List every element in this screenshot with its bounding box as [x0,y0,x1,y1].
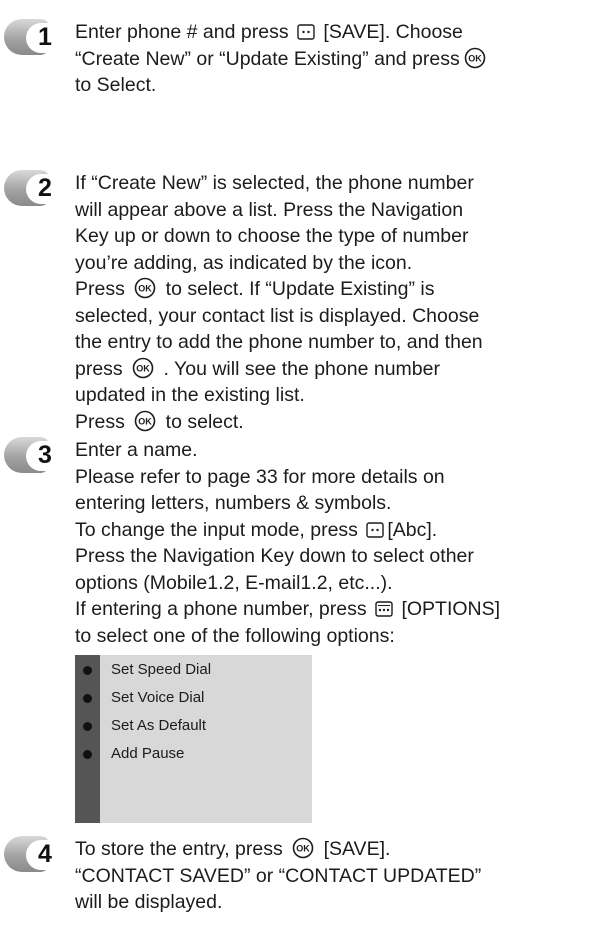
text-segment: [SAVE]. [318,838,391,860]
text-segment: selected, your contact list is displayed… [75,304,480,327]
text-segment: press [75,357,129,380]
text-segment: will appear above a list. Press the Navi… [75,198,464,221]
text-segment: to select. If “Update Existing” is [160,278,435,300]
text-line: Key up or down to choose the type of num… [75,223,595,250]
step-number: 1 [38,23,52,51]
bullet-icon [83,722,92,731]
svg-text:OK: OK [136,363,150,373]
text-line: to Select. [75,72,595,99]
text-line: will appear above a list. Press the Navi… [75,197,595,224]
text-line: the entry to add the phone number to, an… [75,329,595,356]
option-item: Set Voice Dial [75,685,312,713]
text-line: Please refer to page 33 for more details… [75,464,595,491]
text-segment: Enter phone # and press [75,21,294,43]
text-line: Enter phone # and press [SAVE]. Choose [75,19,595,46]
ok-key-icon: OK [134,410,156,440]
text-line: “CONTACT SAVED” or “CONTACT UPDATED” [75,863,595,890]
option-label: Set As Default [111,717,207,734]
text-segment: Please refer to page 33 for more details… [75,465,445,488]
options-key-icon [375,599,393,626]
text-segment: “Create New” or “Update Existing” and pr… [75,47,460,70]
text-line: will be displayed. [75,889,595,916]
text-segment: to Select. [75,74,157,96]
text-segment: If “Create New” is selected, the phone n… [75,172,474,194]
text-segment: the entry to add the phone number to, an… [75,331,483,353]
step-number: 4 [38,840,52,868]
text-segment: . You will see the phone number [158,357,440,380]
text-line: “Create New” or “Update Existing” and pr… [75,46,595,73]
bullet-icon [83,694,92,703]
step-text: Enter phone # and press [SAVE]. Choose “C… [75,19,595,99]
text-segment: Press the Navigation Key down to select … [75,545,474,567]
ok-key-icon: OK [464,47,486,77]
option-item: Set As Default [75,713,312,741]
text-line: updated in the existing list. [75,382,595,409]
text-segment: you’re adding, as indicated by the icon. [75,251,413,274]
bullet-icon [83,666,92,675]
text-line: to select one of the following options: [75,623,595,650]
step-text: Enter a name. Please refer to page 33 for… [75,437,595,649]
text-line: Enter a name. [75,437,595,464]
text-line: To change the input mode, press [Abc]. [75,517,595,544]
soft-key-icon [297,22,315,49]
bullet-icon [83,750,92,759]
text-line: press OK . You will see the phone number [75,356,595,383]
text-segment: to select one of the following options: [75,624,395,647]
text-line: selected, your contact list is displayed… [75,303,595,330]
text-segment: options (Mobile1.2, E-mail1.2, etc...). [75,571,393,594]
text-line: options (Mobile1.2, E-mail1.2, etc...). [75,570,595,597]
svg-text:OK: OK [296,844,310,854]
text-segment: To change the input mode, press [75,518,364,541]
step-number-badge: 2 [4,170,58,206]
text-segment: To store the entry, press [75,838,289,860]
text-line: Press OK to select. [75,409,595,436]
text-segment: will be displayed. [75,891,223,913]
text-line: Press the Navigation Key down to select … [75,543,595,570]
text-line: To store the entry, press OK [SAVE]. [75,836,595,863]
step-number-badge: 3 [4,437,58,473]
step-number: 2 [38,174,52,202]
option-label: Add Pause [111,745,185,762]
text-segment: to select. [160,410,244,433]
step-number-badge: 1 [4,19,58,55]
option-item: Add Pause [75,741,312,769]
text-segment: Enter a name. [75,439,198,461]
text-segment: If entering a phone number, press [75,598,373,620]
text-segment: updated in the existing list. [75,384,305,406]
step-number: 3 [38,441,52,469]
text-segment: [OPTIONS] [396,598,501,620]
option-item: Set Speed Dial [75,657,312,685]
option-label: Set Voice Dial [111,689,205,706]
option-label: Set Speed Dial [111,661,212,678]
step-number-badge: 4 [4,836,58,872]
text-segment: Press [75,410,131,433]
text-segment: Press [75,278,131,300]
text-line: If “Create New” is selected, the phone n… [75,170,595,197]
text-segment: “CONTACT SAVED” or “CONTACT UPDATED” [75,864,482,887]
options-list: Set Speed Dial Set Voice Dial Set As Defau… [75,655,312,823]
svg-text:OK: OK [139,284,153,294]
step-text: To store the entry, press OK [SAVE]. “CON… [75,836,595,916]
text-segment: [SAVE]. Choose [318,21,463,43]
text-line: entering letters, numbers & symbols. [75,490,595,517]
svg-text:OK: OK [468,53,482,63]
text-line: you’re adding, as indicated by the icon. [75,250,595,277]
text-segment: entering letters, numbers & symbols. [75,492,392,514]
step-text: If “Create New” is selected, the phone n… [75,170,595,435]
text-line: If entering a phone number, press [OPTIO… [75,596,595,623]
text-segment: Key up or down to choose the type of num… [75,225,469,247]
text-segment: [Abc]. [387,518,438,541]
text-line: Press OK to select. If “Update Existing”… [75,276,595,303]
svg-text:OK: OK [139,416,153,426]
